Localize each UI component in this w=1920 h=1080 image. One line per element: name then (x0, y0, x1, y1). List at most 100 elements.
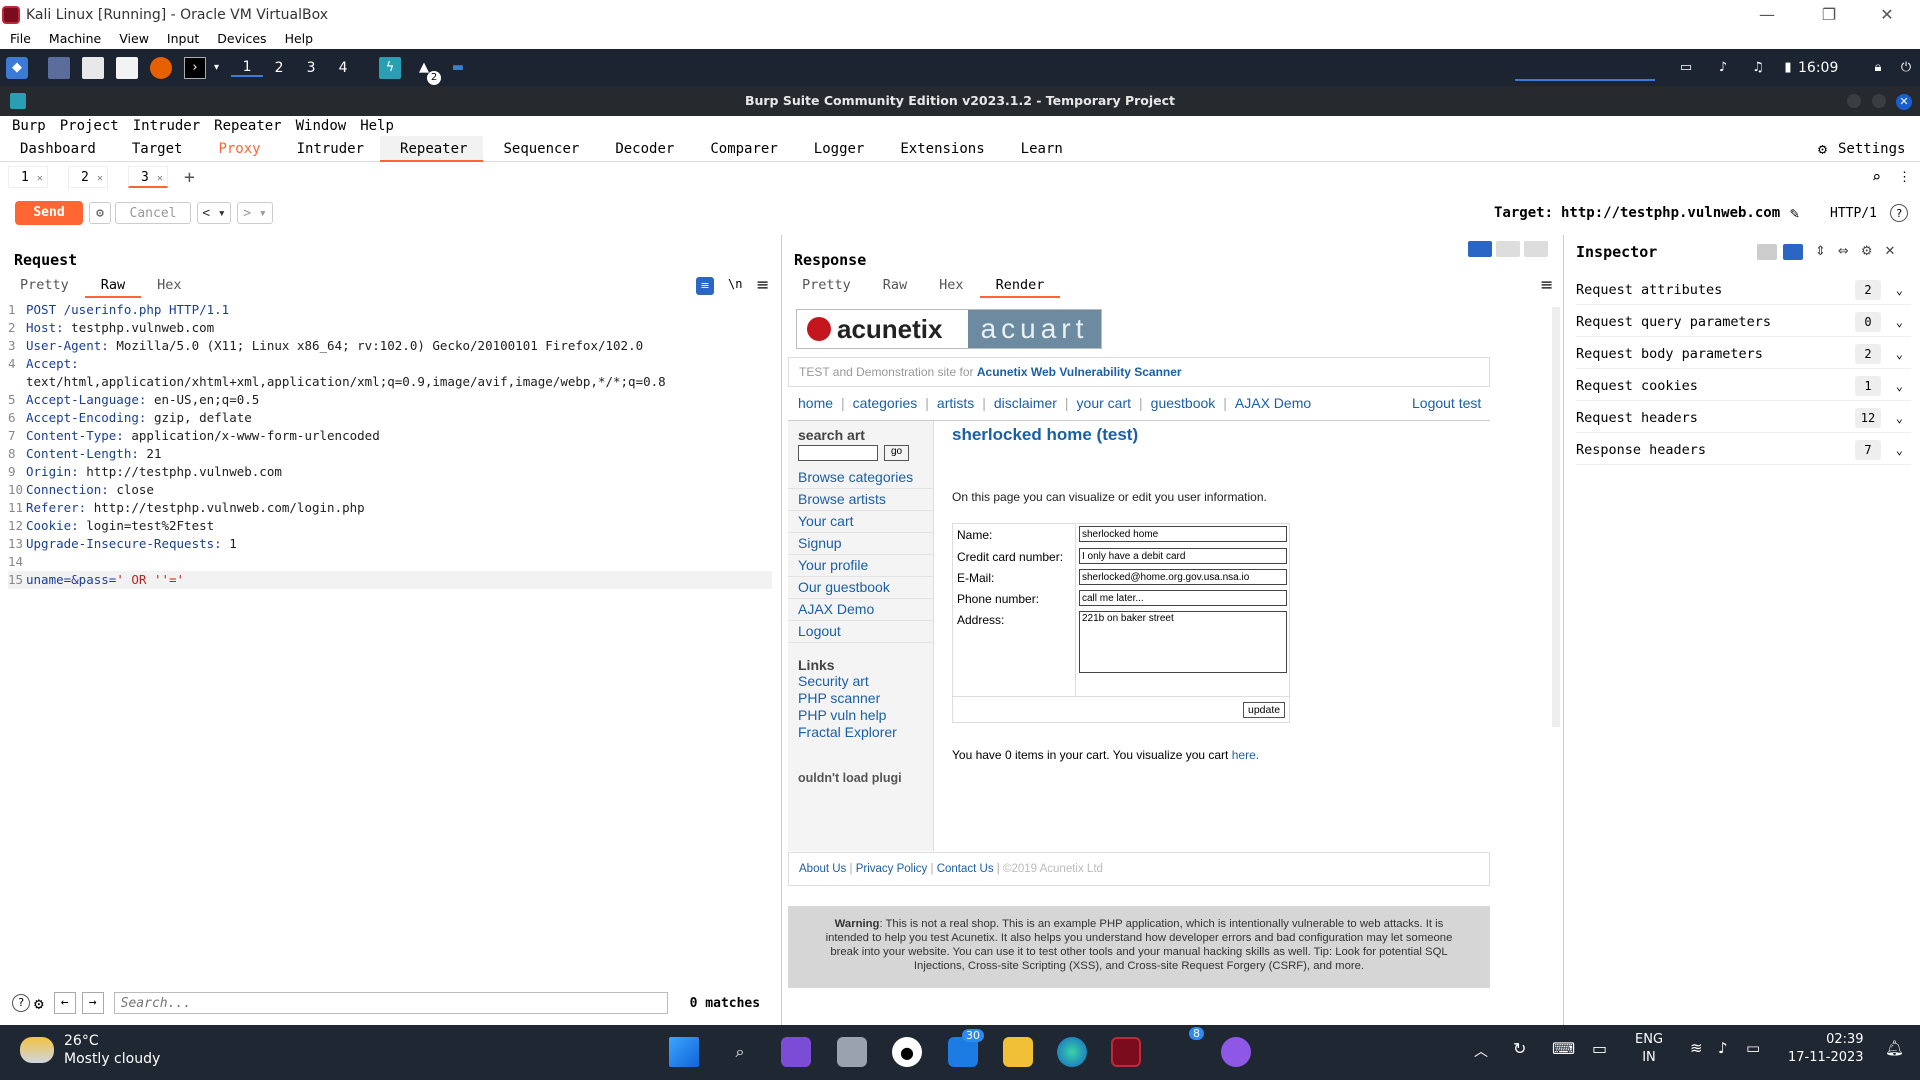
close-tab-icon[interactable]: ✕ (157, 173, 163, 184)
inspector-layout-icon[interactable] (1757, 244, 1777, 260)
request-editor[interactable]: 1 POST /userinfo.php HTTP/1.1 2 Host: testp… (8, 301, 772, 589)
scanner-link[interactable]: Acunetix Web Vulnerability Scanner (977, 365, 1182, 379)
nav-your-cart[interactable]: your cart (1077, 395, 1131, 411)
nav-disclaimer[interactable]: disclaimer (994, 395, 1057, 411)
tab-render[interactable]: Render (979, 277, 1061, 298)
menu-help[interactable]: Help (275, 29, 322, 49)
menu-input[interactable]: Input (157, 29, 207, 49)
gear-icon[interactable]: ⚙ (1818, 140, 1827, 158)
obsidian-icon[interactable] (1221, 1037, 1251, 1067)
resource-link[interactable]: PHP scanner (798, 690, 933, 707)
menu-file[interactable]: File (0, 29, 39, 49)
footer-about[interactable]: About Us (799, 863, 846, 875)
menu-help[interactable]: Help (360, 118, 394, 134)
back-button[interactable]: < ▾ (197, 202, 231, 224)
cancel-button[interactable]: Cancel (115, 202, 191, 224)
virtualbox-taskbar-icon[interactable] (1111, 1037, 1141, 1067)
logout-link[interactable]: Logout test (1412, 395, 1481, 411)
add-tab-icon[interactable]: + (184, 167, 195, 188)
forward-button[interactable]: > ▾ (237, 202, 273, 224)
notifications-icon[interactable]: ♫ (1747, 57, 1769, 79)
tab-extensions[interactable]: Extensions (880, 136, 1000, 162)
speaker-icon[interactable]: ♪ (1718, 1039, 1728, 1057)
firefox-icon[interactable] (150, 56, 172, 79)
side-link[interactable]: Your cart (788, 511, 933, 533)
send-options-icon[interactable]: ⚙ (89, 202, 111, 224)
workspace-2[interactable]: 2 (263, 60, 295, 76)
inspector-row[interactable]: Request body parameters 2 ⌄ (1576, 339, 1911, 369)
layout-single-icon[interactable] (1524, 241, 1548, 257)
settings-button[interactable]: Settings (1838, 141, 1905, 157)
maximize-button[interactable]: ❐ (1800, 0, 1858, 29)
battery-icon[interactable]: ▭ (1746, 1039, 1760, 1057)
inspector-settings-icon[interactable]: ⚙ (1861, 244, 1873, 260)
tab-intruder[interactable]: Intruder (277, 136, 380, 162)
expand-all-icon[interactable]: ⇕ (1815, 244, 1826, 260)
search-input[interactable] (113, 992, 668, 1014)
nav-ajax-demo[interactable]: AJAX Demo (1235, 395, 1311, 411)
edit-target-icon[interactable]: ✎ (1790, 204, 1799, 222)
tab-learn[interactable]: Learn (1001, 136, 1079, 162)
chevron-down-icon[interactable]: ⌄ (1896, 411, 1903, 425)
tab-proxy[interactable]: Proxy (198, 136, 276, 162)
side-link[interactable]: Signup (788, 533, 933, 555)
workspace-1[interactable]: 1 (231, 59, 264, 77)
language-indicator[interactable]: ENG IN (1635, 1031, 1663, 1067)
inspector-row[interactable]: Request query parameters 0 ⌄ (1576, 307, 1911, 337)
tab-raw[interactable]: Raw (84, 277, 142, 298)
repeater-tab-2[interactable]: 2 ✕ (68, 166, 108, 188)
tab-target[interactable]: Target (112, 136, 199, 162)
side-link[interactable]: Browse categories (788, 467, 933, 489)
tab-hex[interactable]: Hex (141, 277, 197, 298)
prev-match-icon[interactable]: ← (53, 992, 76, 1014)
tab-pretty[interactable]: Pretty (786, 277, 867, 298)
form-field[interactable]: 221b on baker street (1079, 611, 1287, 673)
menu-view[interactable]: View (109, 29, 157, 49)
render-scrollbar[interactable] (1552, 307, 1560, 727)
tab-sequencer[interactable]: Sequencer (483, 136, 595, 162)
volume-icon[interactable]: ♪ (1712, 57, 1734, 79)
update-button[interactable]: update (1243, 702, 1286, 718)
edge-icon[interactable] (1057, 1037, 1087, 1067)
nav-artists[interactable]: artists (937, 395, 974, 411)
inspector-row[interactable]: Request attributes 2 ⌄ (1576, 275, 1911, 305)
next-match-icon[interactable]: → (81, 992, 104, 1014)
nav-guestbook[interactable]: guestbook (1151, 395, 1216, 411)
chevron-down-icon[interactable]: ⌄ (1896, 379, 1903, 393)
inspector-row[interactable]: Request headers 12 ⌄ (1576, 403, 1911, 433)
chevron-down-icon[interactable]: ⌄ (1896, 443, 1903, 457)
taskbar-clock[interactable]: 02:39 17-11-2023 (1788, 1031, 1864, 1067)
collapse-all-icon[interactable]: ⇔ (1838, 244, 1849, 260)
http-version[interactable]: HTTP/1 (1830, 206, 1877, 221)
burp-taskbar-icon[interactable]: ϟ (379, 56, 402, 79)
inspector-layout-alt-icon[interactable] (1783, 244, 1803, 260)
newline-toggle-icon[interactable]: \n (728, 277, 742, 291)
tab-comparer[interactable]: Comparer (690, 136, 793, 162)
side-link[interactable]: Logout (788, 621, 933, 643)
tab-dashboard[interactable]: Dashboard (0, 136, 112, 162)
nav-home[interactable]: home (798, 395, 833, 411)
layout-vertical-icon[interactable] (1496, 241, 1520, 257)
layout-split-icon[interactable] (1468, 241, 1492, 257)
inspector-row[interactable]: Response headers 7 ⌄ (1576, 435, 1911, 465)
sync-icon[interactable]: ↻ (1513, 1039, 1526, 1058)
app-icon[interactable]: 8 (1166, 1027, 1204, 1067)
tab-repeater[interactable]: Repeater (380, 135, 484, 162)
file-explorer-icon[interactable] (1003, 1037, 1033, 1067)
chevron-down-icon[interactable]: ▾ (214, 62, 219, 73)
side-link[interactable]: Your profile (788, 555, 933, 577)
display-icon[interactable]: ▭ (1592, 1039, 1607, 1058)
menu-icon[interactable]: ≡ (756, 275, 769, 294)
task-view-icon[interactable] (837, 1037, 867, 1067)
folder-icon[interactable]: ▬ (447, 57, 469, 79)
tab-logger[interactable]: Logger (794, 136, 881, 162)
form-field[interactable] (1079, 548, 1287, 564)
search-art-input[interactable] (798, 445, 878, 461)
form-field[interactable] (1079, 590, 1287, 606)
apps-icon[interactable]: ▲ 2 (413, 57, 442, 85)
menu-intruder[interactable]: Intruder (133, 118, 200, 134)
chevron-down-icon[interactable]: ⌄ (1896, 347, 1903, 361)
minimize-button[interactable]: — (1738, 0, 1796, 29)
close-icon[interactable]: ✕ (1896, 94, 1912, 110)
send-button[interactable]: Send (15, 201, 83, 225)
